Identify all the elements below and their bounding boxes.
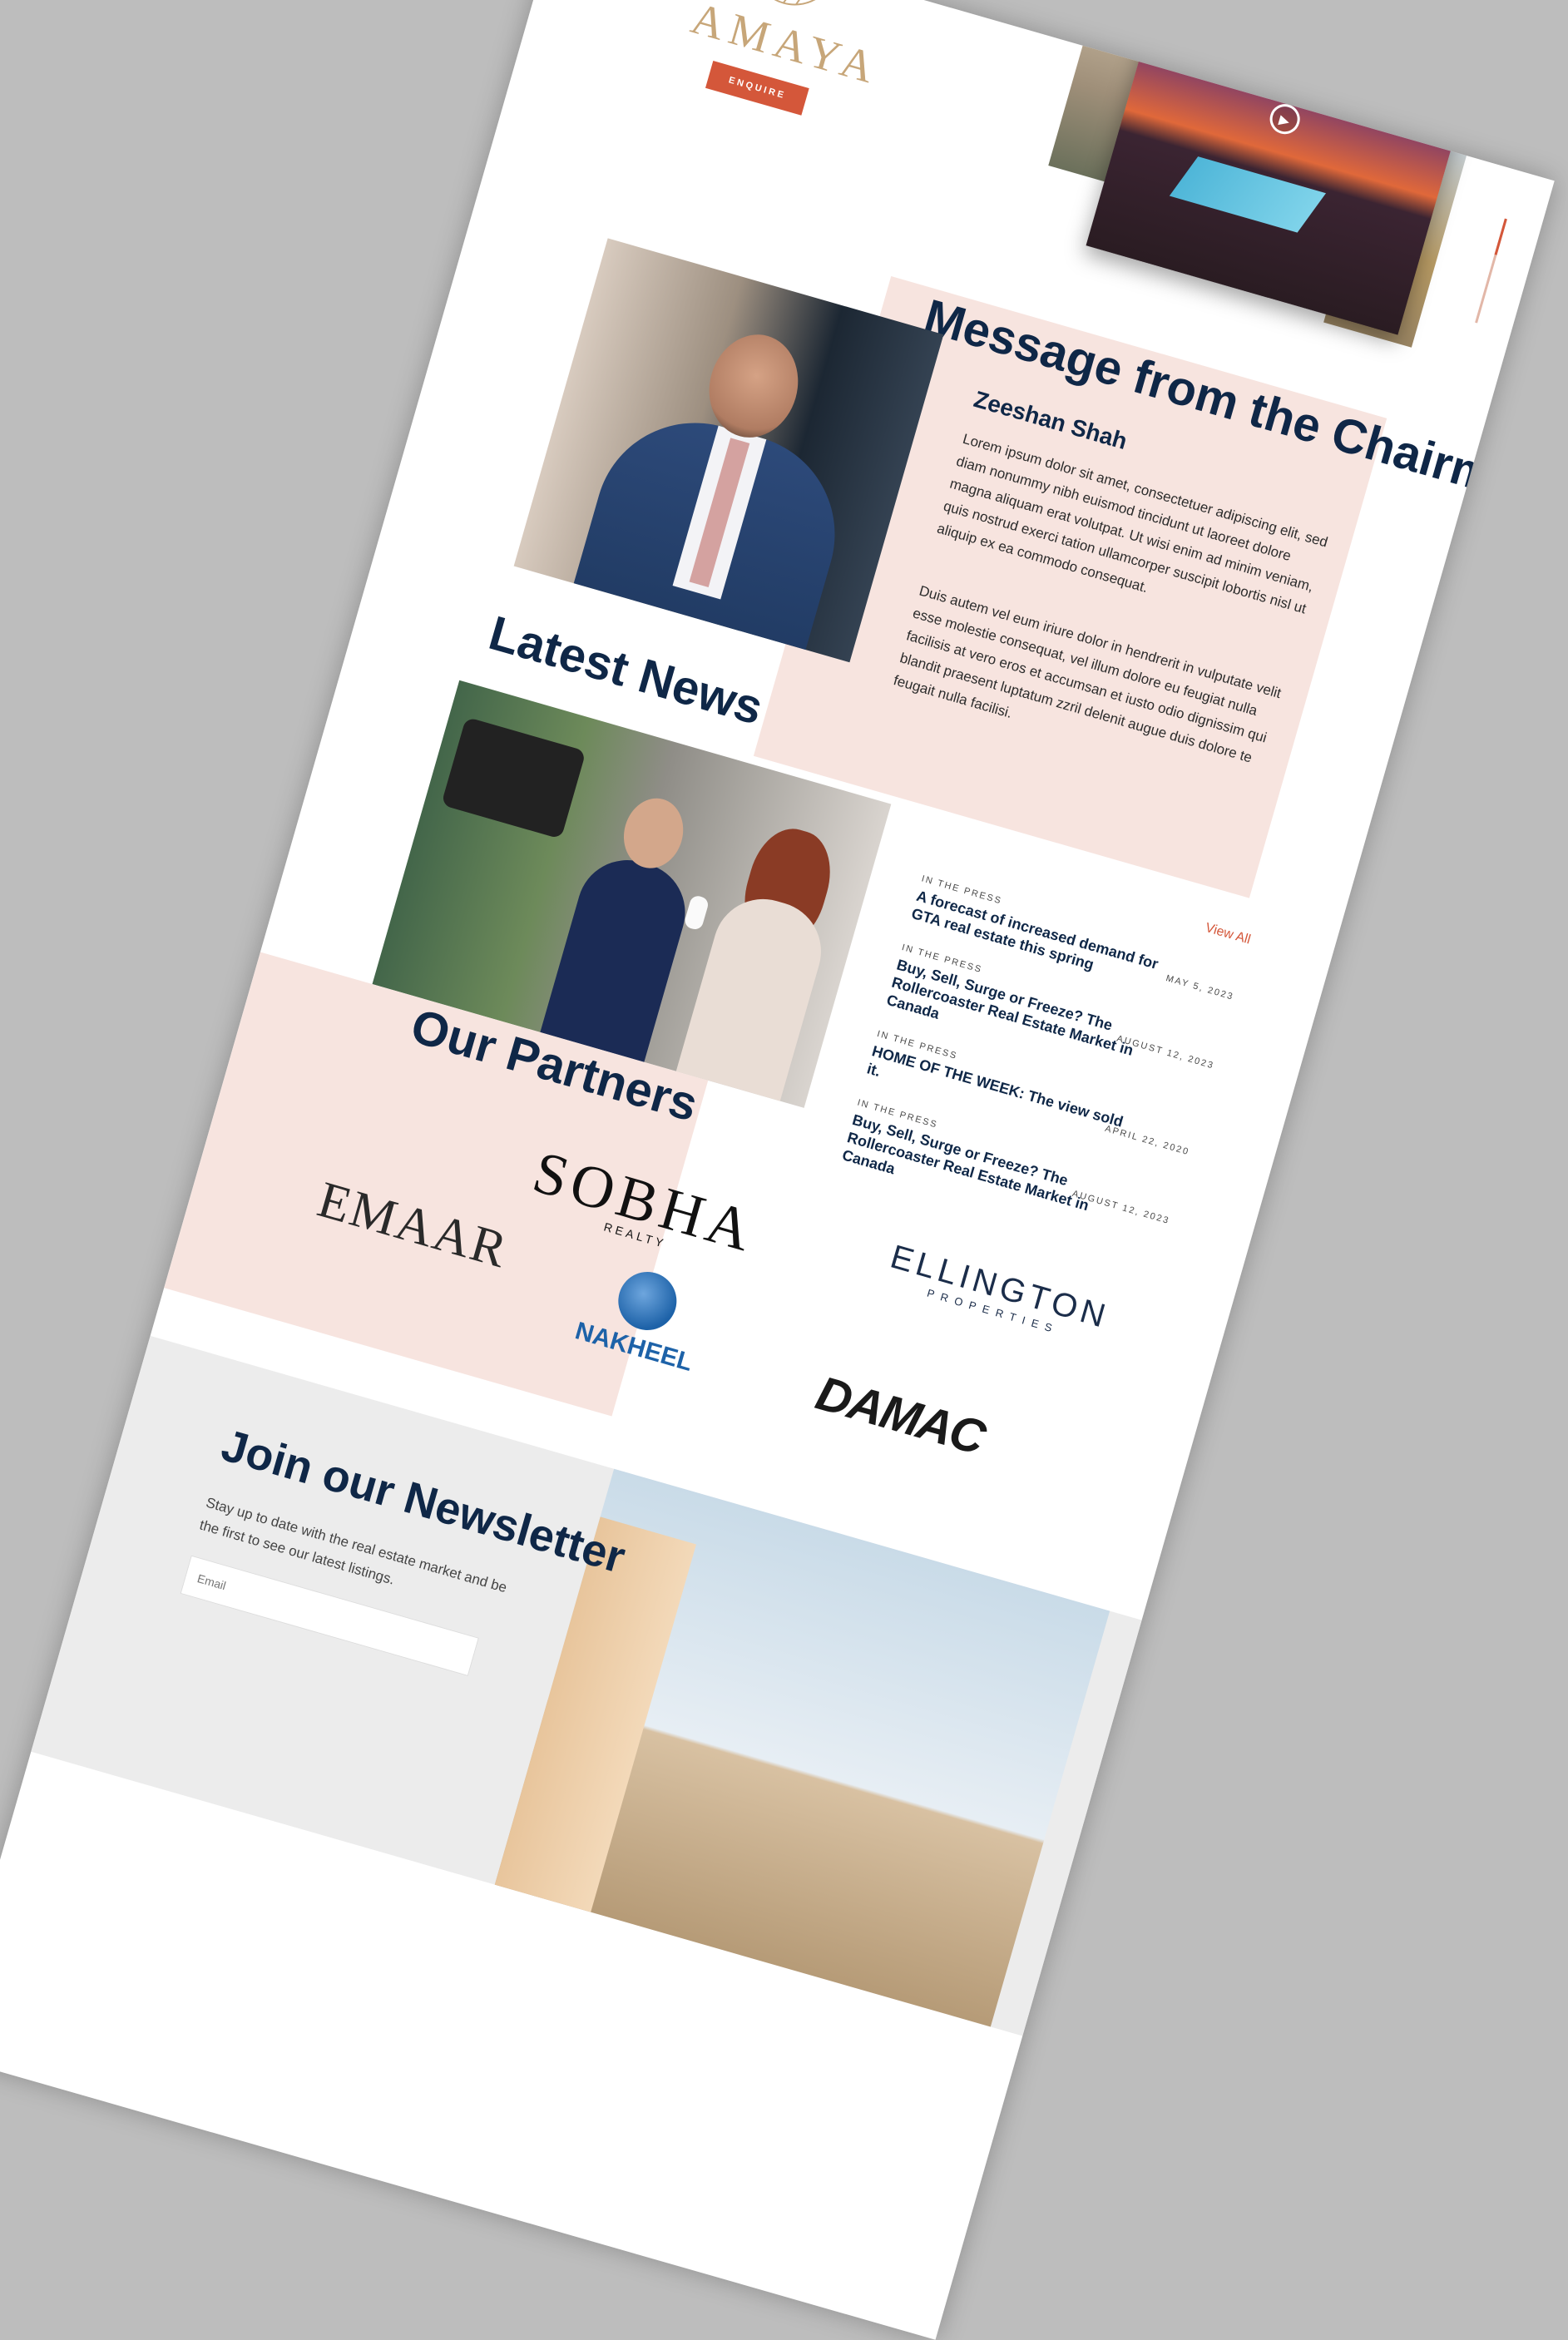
photo-mic	[683, 893, 710, 932]
page: AMAYA ENQUIRE ▶ Message from the Chairma…	[0, 0, 1555, 2340]
damac-logo[interactable]: DAMAC	[810, 1365, 990, 1466]
play-icon[interactable]: ▶	[1266, 100, 1303, 138]
news-list: View All IN THE PRESS A forecast of incr…	[834, 873, 1252, 1275]
nakheel-mark-icon	[611, 1264, 684, 1338]
photo-camera	[441, 716, 586, 839]
photo-man	[537, 848, 697, 1071]
damac-wordmark: DAMAC	[810, 1365, 991, 1466]
news-date: MAY 5, 2023	[1165, 973, 1235, 1002]
view-all-link[interactable]: View All	[1204, 921, 1252, 948]
slider-progress[interactable]	[1475, 218, 1507, 324]
hero-pool	[1169, 156, 1327, 233]
hero-roof	[1186, 0, 1447, 99]
ellington-logo[interactable]: ELLINGTON PROPERTIES	[883, 1239, 1114, 1348]
